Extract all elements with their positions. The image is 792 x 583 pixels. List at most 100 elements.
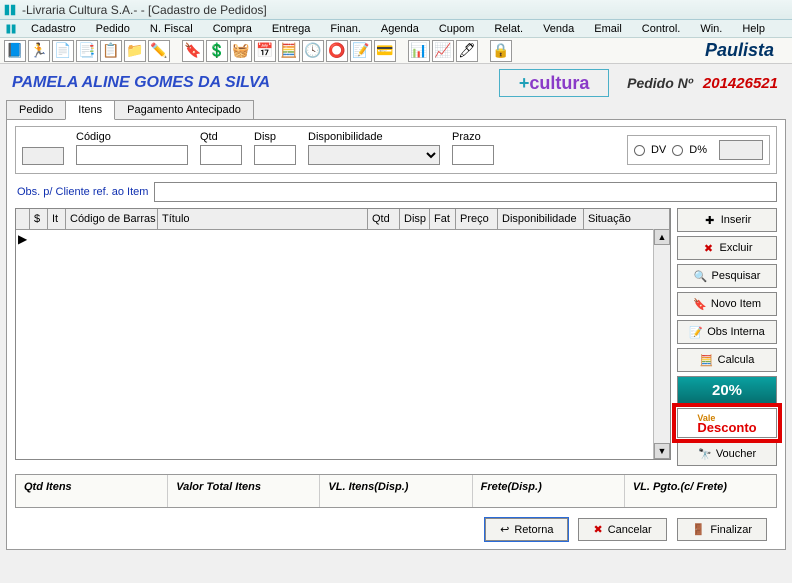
scroll-down-icon[interactable]: ▼ (654, 443, 670, 459)
excluir-label: Excluir (719, 242, 752, 254)
dv-radio[interactable] (634, 145, 645, 156)
toolbar-list-icon[interactable]: 📊 (408, 40, 430, 62)
menu-finan[interactable]: Finan. (321, 21, 370, 37)
col-codigo-barras[interactable]: Código de Barras (66, 209, 158, 229)
toolbar-cart-icon[interactable]: 🧺 (230, 40, 252, 62)
menu-relat[interactable]: Relat. (485, 21, 532, 37)
toolbar-calc-icon[interactable]: 🧮 (278, 40, 300, 62)
menu-agenda[interactable]: Agenda (372, 21, 428, 37)
toolbar-clock-icon[interactable]: 🕓 (302, 40, 324, 62)
menu-cadastro[interactable]: Cadastro (22, 21, 85, 37)
menu-help[interactable]: Help (733, 21, 774, 37)
scroll-up-icon[interactable]: ▲ (654, 229, 670, 245)
prazo-input[interactable] (452, 145, 494, 165)
col-disp[interactable]: Disp (400, 209, 430, 229)
tab-page-itens: Código Qtd Disp Disponibilidade Prazo (6, 119, 786, 550)
col-fat[interactable]: Fat (430, 209, 456, 229)
total-vl-pgto-frete: VL. Pgto.(c/ Frete) (633, 481, 727, 493)
dpct-label: D% (689, 144, 707, 156)
menu-pedido[interactable]: Pedido (87, 21, 139, 37)
excluir-button[interactable]: ✖ Excluir (677, 236, 777, 260)
window-titlebar: -Livraria Cultura S.A.- - [Cadastro de P… (0, 0, 792, 20)
obs-interna-label: Obs Interna (707, 326, 764, 338)
return-icon: ↩ (500, 523, 509, 536)
qtd-label: Qtd (200, 131, 242, 143)
grid-row-selector-header (16, 209, 30, 229)
col-sel[interactable]: $ (30, 209, 48, 229)
codigo-label: Código (76, 131, 188, 143)
x-icon: ✖ (701, 242, 715, 255)
order-number-value: 201426521 (703, 75, 786, 92)
disp-input[interactable] (254, 145, 296, 165)
tab-itens[interactable]: Itens (65, 100, 115, 120)
qtd-input[interactable] (200, 145, 242, 165)
toolbar-card-icon[interactable]: 💳 (374, 40, 396, 62)
dv-label: DV (651, 144, 666, 156)
vale-desconto-button[interactable]: Vale Desconto (677, 408, 777, 438)
novo-item-button[interactable]: 🔖Novo Item (677, 292, 777, 316)
store-name: Paulista (705, 40, 788, 61)
filter-panel: Código Qtd Disp Disponibilidade Prazo (15, 126, 777, 174)
toolbar-person-icon[interactable]: 🏃 (28, 40, 50, 62)
col-situacao[interactable]: Situação (584, 209, 670, 229)
retorna-button[interactable]: ↩Retorna (485, 518, 568, 541)
toolbar-doc2-icon[interactable]: 📑 (76, 40, 98, 62)
door-icon: 🚪 (692, 523, 706, 536)
codigo-prefix-box (22, 147, 64, 165)
grid-body[interactable]: ▶ (16, 230, 670, 460)
toolbar-book-icon[interactable]: 📘 (4, 40, 26, 62)
obs-interna-button[interactable]: 📝 Obs Interna (677, 320, 777, 344)
toolbar-calendar-icon[interactable]: 📅 (254, 40, 276, 62)
toolbar-folder-icon[interactable]: 📁 (124, 40, 146, 62)
tab-pedido[interactable]: Pedido (6, 100, 66, 120)
toolbar-note-icon[interactable]: 📝 (350, 40, 372, 62)
note-icon: 📝 (689, 326, 703, 339)
toolbar-doc1-icon[interactable]: 📄 (52, 40, 74, 62)
cancelar-button[interactable]: ✖Cancelar (578, 518, 666, 541)
tab-strip: Pedido Itens Pagamento Antecipado (6, 100, 786, 120)
voucher-button[interactable]: 🔭Voucher (677, 442, 777, 466)
col-titulo[interactable]: Título (158, 209, 368, 229)
col-it[interactable]: It (48, 209, 66, 229)
toolbar-circle-icon[interactable]: ⭕ (326, 40, 348, 62)
finalizar-button[interactable]: 🚪Finalizar (677, 518, 767, 541)
menu-email[interactable]: Email (585, 21, 631, 37)
toolbar-pen-icon[interactable]: 🖊 (456, 40, 478, 62)
tag-icon: 🔖 (693, 298, 707, 311)
inserir-button[interactable]: ✚Inserir (677, 208, 777, 232)
toolbar: 📘 🏃 📄 📑 📋 📁 ✏️ 🔖 💲 🧺 📅 🧮 🕓 ⭕ 📝 💳 📊 📈 🖊 🔒… (0, 38, 792, 64)
toolbar-chart-icon[interactable]: 📈 (432, 40, 454, 62)
menu-control[interactable]: Control. (633, 21, 690, 37)
cancelar-label: Cancelar (608, 524, 652, 536)
toolbar-edit-icon[interactable]: ✏️ (148, 40, 170, 62)
col-preco[interactable]: Preço (456, 209, 498, 229)
menu-entrega[interactable]: Entrega (263, 21, 320, 37)
menu-nfiscal[interactable]: N. Fiscal (141, 21, 202, 37)
obs-input[interactable] (154, 182, 777, 202)
menu-win[interactable]: Win. (691, 21, 731, 37)
menu-venda[interactable]: Venda (534, 21, 583, 37)
current-row-indicator-icon: ▶ (18, 232, 27, 246)
grid-scrollbar[interactable]: ▲ ▼ (653, 229, 670, 459)
toolbar-money-icon[interactable]: 💲 (206, 40, 228, 62)
disponibilidade-select[interactable] (308, 145, 440, 165)
items-grid[interactable]: $ It Código de Barras Título Qtd Disp Fa… (15, 208, 671, 460)
codigo-input[interactable] (76, 145, 188, 165)
promo-20-button[interactable]: 20% (677, 376, 777, 404)
pesquisar-button[interactable]: 🔍Pesquisar (677, 264, 777, 288)
calcula-button[interactable]: 🧮Calcula (677, 348, 777, 372)
order-number-label: Pedido Nº (609, 75, 703, 91)
dpct-radio[interactable] (672, 145, 683, 156)
toolbar-doc3-icon[interactable]: 📋 (100, 40, 122, 62)
toolbar-tag-icon[interactable]: 🔖 (182, 40, 204, 62)
obs-row: Obs. p/ Cliente ref. ao Item (15, 182, 777, 202)
menu-compra[interactable]: Compra (204, 21, 261, 37)
side-actions: ✚Inserir ✖Excluir 🔍Pesquisar 🔖Novo Item … (677, 208, 777, 466)
tab-pagamento-antecipado[interactable]: Pagamento Antecipado (114, 100, 254, 120)
col-disponibilidade[interactable]: Disponibilidade (498, 209, 584, 229)
search-icon: 🔍 (694, 270, 708, 283)
col-qtd[interactable]: Qtd (368, 209, 400, 229)
toolbar-lock-icon[interactable]: 🔒 (490, 40, 512, 62)
plus-icon: ✚ (703, 214, 717, 227)
menu-cupom[interactable]: Cupom (430, 21, 483, 37)
